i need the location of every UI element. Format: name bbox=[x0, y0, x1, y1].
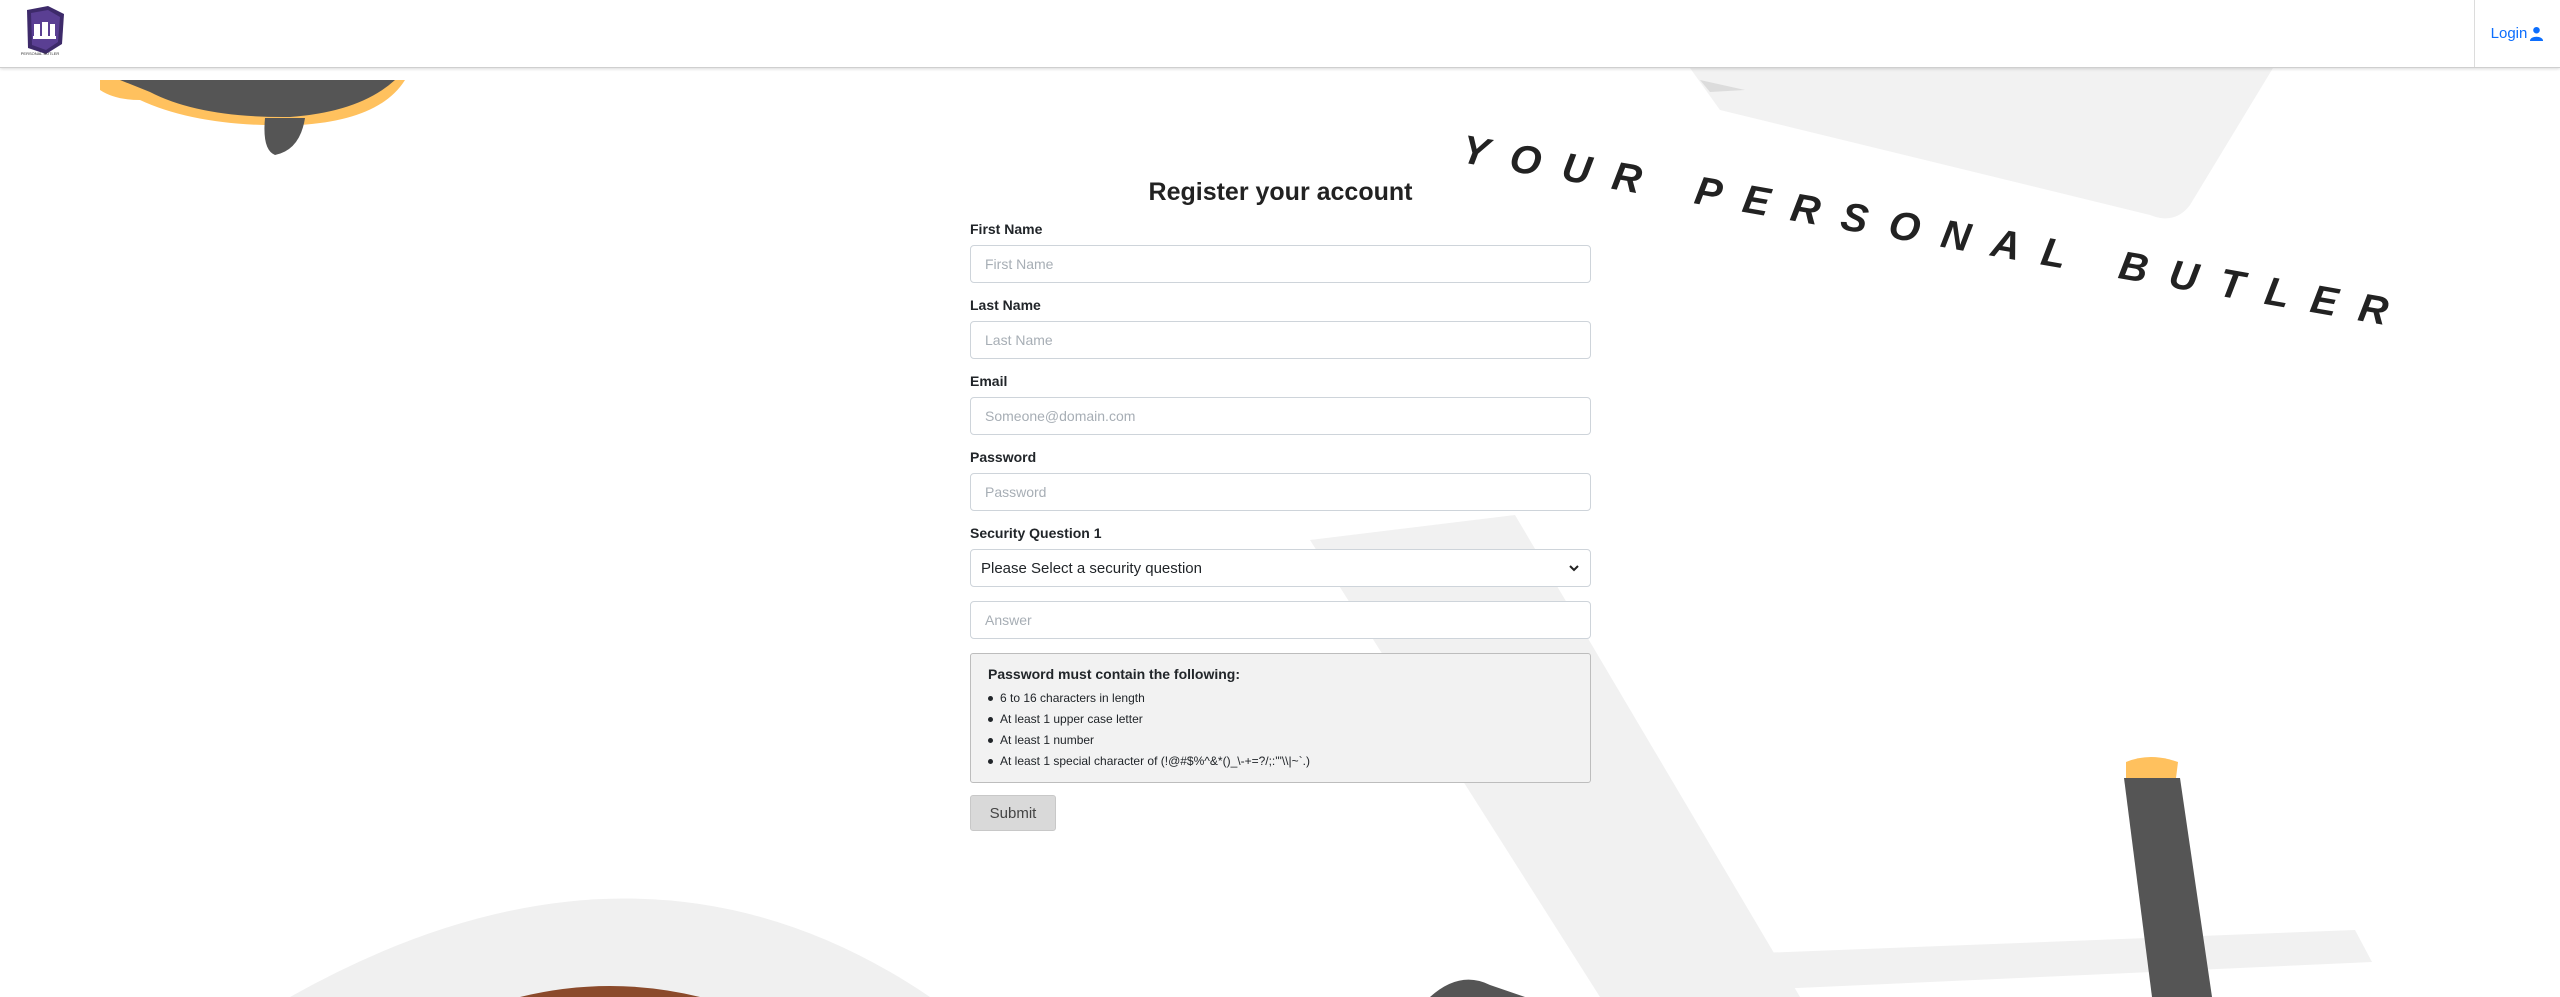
login-label: Login bbox=[2490, 25, 2528, 42]
page-title: Register your account bbox=[1148, 178, 1413, 206]
login-nav-item: Login bbox=[2474, 0, 2560, 67]
user-icon bbox=[2530, 26, 2544, 41]
chevron-down-icon bbox=[1569, 565, 1579, 572]
register-form: Register your account First Name Last Na… bbox=[970, 170, 1591, 831]
list-item: At least 1 special character of (!@#$%^&… bbox=[988, 751, 1574, 772]
email-group: Email bbox=[970, 373, 1591, 435]
password-requirements-list: 6 to 16 characters in length At least 1 … bbox=[988, 688, 1574, 772]
first-name-label: First Name bbox=[970, 221, 1043, 237]
last-name-group: Last Name bbox=[970, 297, 1591, 359]
password-requirements-title: Password must contain the following: bbox=[988, 666, 1241, 682]
first-name-input[interactable] bbox=[970, 245, 1591, 283]
login-link[interactable]: Login bbox=[2491, 25, 2545, 42]
email-label: Email bbox=[970, 373, 1008, 389]
list-item: At least 1 number bbox=[988, 730, 1574, 751]
svg-text:PERSONAL BUTLER: PERSONAL BUTLER bbox=[21, 51, 60, 56]
top-navbar: PERSONAL BUTLER Login bbox=[0, 0, 2560, 68]
security-question-selected: Please Select a security question bbox=[981, 559, 1202, 577]
list-item: 6 to 16 characters in length bbox=[988, 688, 1574, 709]
last-name-input[interactable] bbox=[970, 321, 1591, 359]
password-input[interactable] bbox=[970, 473, 1591, 511]
answer-group bbox=[970, 601, 1591, 639]
security-question-select[interactable]: Please Select a security question bbox=[970, 549, 1591, 587]
list-item: At least 1 upper case letter bbox=[988, 709, 1574, 730]
security-question-label: Security Question 1 bbox=[970, 525, 1102, 541]
password-group: Password bbox=[970, 449, 1591, 511]
brand-logo[interactable]: PERSONAL BUTLER bbox=[10, 4, 70, 58]
password-label: Password bbox=[970, 449, 1037, 465]
password-requirements-box: Password must contain the following: 6 t… bbox=[970, 653, 1591, 783]
last-name-label: Last Name bbox=[970, 297, 1041, 313]
security-question-group: Security Question 1 Please Select a secu… bbox=[970, 525, 1591, 587]
first-name-group: First Name bbox=[970, 221, 1591, 283]
submit-button[interactable]: Submit bbox=[970, 795, 1056, 831]
email-input[interactable] bbox=[970, 397, 1591, 435]
answer-input[interactable] bbox=[970, 601, 1591, 639]
